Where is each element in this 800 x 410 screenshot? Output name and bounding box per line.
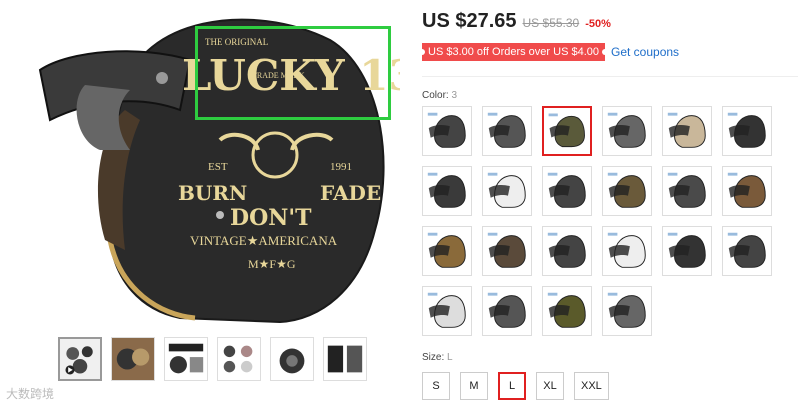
color-swatch[interactable] [662,226,712,276]
color-swatch[interactable] [602,286,652,336]
color-swatch[interactable] [602,166,652,216]
color-swatch[interactable] [482,166,532,216]
size-label: Size: L [422,352,453,363]
color-swatch[interactable] [542,166,592,216]
selected-size-value: L [447,352,453,363]
svg-text:FADE: FADE [320,181,381,205]
current-price: US $27.65 [422,10,517,32]
watermark-logo: 大数跨境 [6,387,55,401]
svg-text:M★F★G: M★F★G [248,257,296,271]
main-product-image[interactable]: THE ORIGINAL LUCKY 13 TRADE MARK EST 199… [30,0,418,330]
color-swatch[interactable] [482,226,532,276]
thumbnail-video[interactable] [58,337,102,381]
price-row: US $27.65 US $55.30 -50% [422,10,611,33]
divider [422,76,798,77]
thumbnail-strip [58,337,367,381]
color-swatch[interactable] [602,106,652,156]
color-swatch[interactable] [422,286,472,336]
coupon-badge: US $3.00 off Orders over US $4.00 [422,43,605,61]
selected-color-value: 3 [451,90,458,101]
color-swatch[interactable] [422,226,472,276]
color-swatch[interactable] [482,106,532,156]
color-swatch[interactable] [542,106,592,156]
svg-text:1991: 1991 [330,161,352,173]
size-option-l[interactable]: L [498,372,526,400]
size-option-xxl[interactable]: XXL [574,372,609,400]
thumbnail-image[interactable] [111,337,155,381]
original-price: US $55.30 [522,16,580,30]
thumbnail-image[interactable] [164,337,208,381]
svg-text:DON'T: DON'T [230,205,312,231]
color-swatch[interactable] [542,226,592,276]
color-swatch[interactable] [482,286,532,336]
color-swatch[interactable] [662,166,712,216]
svg-text:EST: EST [208,161,228,173]
size-option-xl[interactable]: XL [536,372,564,400]
product-gallery: THE ORIGINAL LUCKY 13 TRADE MARK EST 199… [0,0,418,410]
thumbnail-image[interactable] [217,337,261,381]
color-swatch-grid [422,106,782,336]
thumbnail-image[interactable] [323,337,367,381]
size-option-m[interactable]: M [460,372,488,400]
color-swatch[interactable] [422,166,472,216]
color-swatch[interactable] [722,226,772,276]
color-swatch[interactable] [662,106,712,156]
highlight-box [195,26,391,120]
product-details: US $27.65 US $55.30 -50% US $3.00 off Or… [420,0,800,410]
color-swatch[interactable] [422,106,472,156]
color-swatch[interactable] [542,286,592,336]
size-options: S M L XL XXL [422,372,609,400]
color-swatch[interactable] [602,226,652,276]
svg-text:BURN: BURN [178,181,247,205]
thumbnail-image[interactable] [270,337,314,381]
get-coupons-link[interactable]: Get coupons [611,45,679,59]
color-label: Color: 3 [422,90,458,101]
discount-badge: -50% [585,18,611,30]
size-option-s[interactable]: S [422,372,450,400]
color-swatch[interactable] [722,106,772,156]
color-swatch[interactable] [722,166,772,216]
svg-text:VINTAGE★AMERICANA: VINTAGE★AMERICANA [190,233,338,248]
coupon-row: US $3.00 off Orders over US $4.00 Get co… [422,43,679,61]
